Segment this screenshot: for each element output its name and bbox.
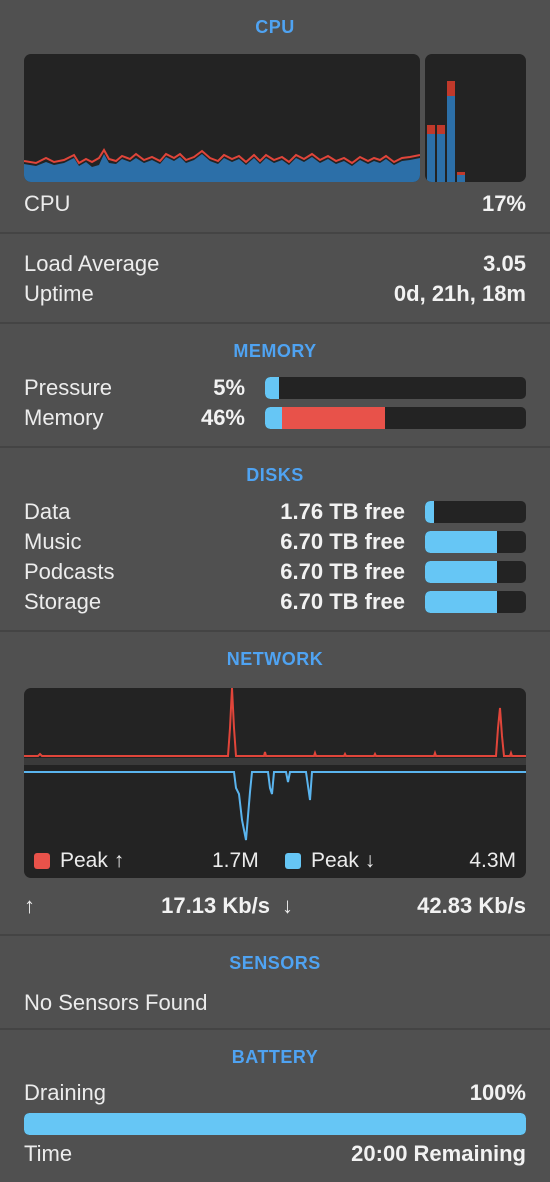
cpu-core-bar-2: [447, 81, 455, 182]
peak-down-value: 4.3M: [469, 849, 516, 872]
cpu-core-system-bar-3: [457, 172, 465, 175]
disk-free: 6.70 TB free: [280, 559, 405, 584]
disk-name: Podcasts: [24, 559, 115, 584]
load-average-label: Load Average: [24, 251, 160, 276]
download-arrow-icon: ↓: [282, 893, 293, 918]
load-average-value: 3.05: [483, 251, 526, 276]
disk-usage-bar-fill: [425, 561, 497, 583]
cpu-label: CPU: [24, 191, 71, 216]
disk-usage-bar: [425, 561, 526, 583]
upload-rate: 17.13 Kb/s: [161, 893, 270, 918]
peak-down-label: Peak ↓: [311, 849, 376, 872]
sensors-section-title: SENSORS: [229, 953, 321, 973]
disk-name: Music: [24, 529, 82, 554]
network-graph: Peak ↑ 1.7M Peak ↓ 4.3M: [24, 688, 526, 878]
disk-name: Storage: [24, 589, 102, 614]
disks-section-title: DISKS: [246, 465, 304, 485]
divider: [0, 322, 550, 324]
memory-bar-used-fill: [282, 407, 385, 429]
disk-usage-bar-fill: [425, 591, 497, 613]
disk-usage-bar: [425, 531, 526, 553]
battery-section-title: BATTERY: [231, 1047, 319, 1067]
memory-bar-wired-fill: [265, 407, 282, 429]
peak-up-value: 1.7M: [212, 849, 259, 872]
peak-up-label: Peak ↑: [60, 849, 125, 872]
pressure-label: Pressure: [24, 375, 113, 400]
cpu-core-system-bar-1: [437, 125, 445, 134]
uptime-label: Uptime: [24, 281, 94, 306]
cpu-cores-chart: [427, 81, 465, 182]
disk-free: 1.76 TB free: [280, 499, 405, 524]
disk-usage-bar-fill: [425, 501, 434, 523]
disk-usage-bar-fill: [425, 531, 497, 553]
pressure-bar-fill: [265, 377, 279, 399]
cpu-value: 17%: [481, 191, 526, 216]
cpu-core-system-bar-0: [427, 125, 435, 134]
battery-bar-fill: [24, 1113, 526, 1135]
battery-time-value: 20:00 Remaining: [351, 1141, 526, 1166]
memory-value: 46%: [200, 405, 245, 430]
disk-free: 6.70 TB free: [280, 529, 405, 554]
pressure-value: 5%: [213, 375, 245, 400]
divider: [0, 934, 550, 936]
disk-name: Data: [24, 499, 71, 524]
divider: [0, 232, 550, 234]
divider: [0, 1028, 550, 1030]
battery-bar: [24, 1113, 526, 1135]
memory-bar: [265, 407, 526, 429]
upload-arrow-icon: ↑: [24, 893, 35, 918]
disk-usage-bar: [425, 501, 526, 523]
battery-level-value: 100%: [469, 1080, 526, 1105]
cpu-history-graph: [24, 54, 420, 182]
divider: [0, 446, 550, 448]
peak-down-swatch: [285, 853, 301, 869]
cpu-history-chart: [24, 148, 420, 182]
cpu-cores-graph: [425, 54, 526, 182]
memory-label: Memory: [24, 405, 104, 430]
cpu-section-title: CPU: [255, 17, 295, 37]
divider: [0, 630, 550, 632]
disk-usage-bar: [425, 591, 526, 613]
network-section-title: NETWORK: [226, 649, 324, 669]
cpu-core-system-bar-2: [447, 81, 455, 96]
sensors-message: No Sensors Found: [24, 990, 208, 1015]
peak-up-swatch: [34, 853, 50, 869]
battery-time-label: Time: [24, 1141, 73, 1166]
disk-free: 6.70 TB free: [280, 589, 405, 614]
battery-state-label: Draining: [24, 1080, 106, 1105]
uptime-value: 0d, 21h, 18m: [393, 281, 526, 306]
memory-section-title: MEMORY: [233, 341, 317, 361]
download-rate: 42.83 Kb/s: [417, 893, 526, 918]
pressure-bar: [265, 377, 526, 399]
